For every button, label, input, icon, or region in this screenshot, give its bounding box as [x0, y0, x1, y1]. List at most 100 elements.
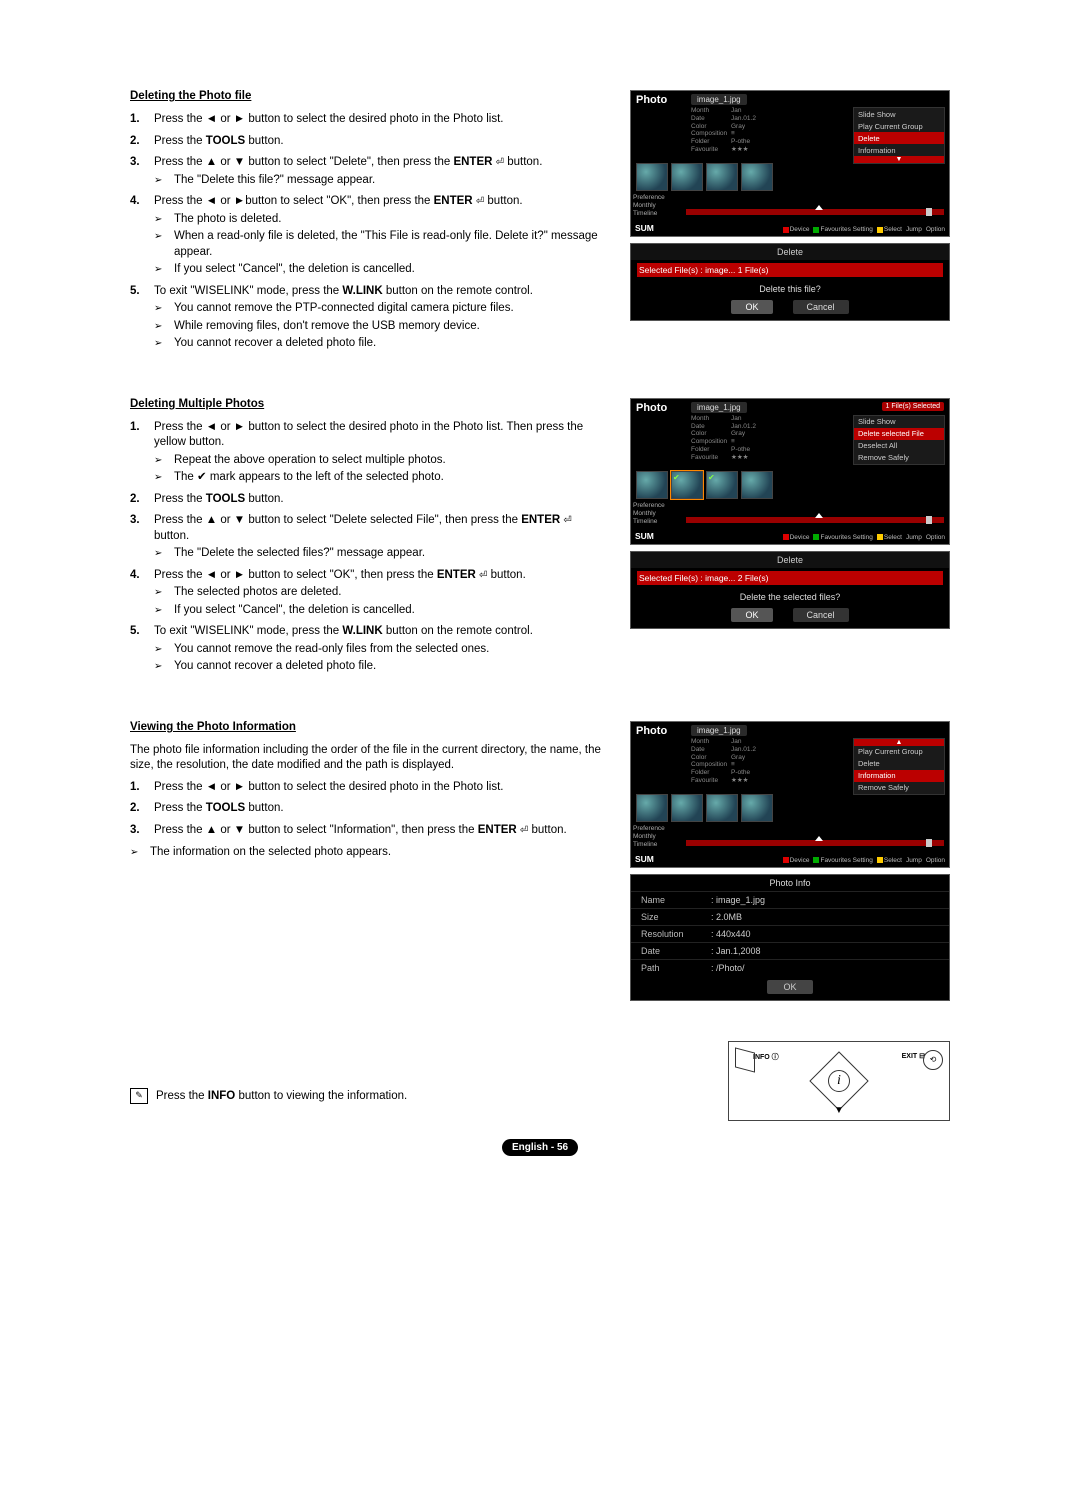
txt: Press the: [154, 113, 206, 125]
thumbnail[interactable]: [706, 163, 738, 191]
txt: button to select "OK", then press the: [245, 195, 433, 207]
txt: or: [217, 514, 234, 526]
ok-button[interactable]: OK: [731, 300, 772, 314]
txt: button.: [154, 530, 189, 542]
tv-screenshot-delete: Photo image_1.jpg MonthJan DateJan.01.2 …: [630, 90, 950, 237]
thumbnail[interactable]: [636, 163, 668, 191]
enter-label: ENTER: [521, 514, 560, 526]
txt: button on the remote control.: [383, 285, 533, 297]
thumbnail[interactable]: [671, 163, 703, 191]
enter-label: ENTER: [478, 824, 517, 836]
info-label: Size: [641, 912, 711, 922]
sub-note: The "Delete the selected files?" message…: [154, 546, 610, 562]
sub-note: The information on the selected photo ap…: [130, 845, 610, 861]
thumbnail[interactable]: ✔: [706, 471, 738, 499]
dialog-message: Delete this file?: [631, 280, 949, 300]
sort-item[interactable]: Timeline: [633, 210, 665, 217]
up-arrow-icon: [206, 156, 217, 168]
down-arrow-icon: [234, 514, 245, 526]
sort-item[interactable]: Monthly: [633, 202, 665, 209]
sort-item[interactable]: Monthly: [633, 833, 665, 840]
thumbnail[interactable]: [741, 471, 773, 499]
tv-filename: image_1.jpg: [691, 94, 747, 105]
cancel-button[interactable]: Cancel: [793, 300, 849, 314]
thumbnail[interactable]: [636, 794, 668, 822]
ok-button[interactable]: OK: [767, 980, 812, 994]
tv-title: Photo: [636, 725, 691, 737]
scrollbar[interactable]: [686, 517, 944, 523]
dialog-message: Delete the selected files?: [631, 588, 949, 608]
txt: button.: [484, 195, 522, 207]
menu-item-delete[interactable]: Delete: [854, 132, 944, 144]
remote-exit-label: EXIT ⊟: [902, 1052, 925, 1060]
thumbnail[interactable]: [741, 163, 773, 191]
remote-exit-button[interactable]: ⟲: [923, 1050, 943, 1070]
tv-filename: image_1.jpg: [691, 402, 747, 413]
context-menu: ▲ Play Current Group Delete Information …: [853, 738, 945, 795]
info-label: Resolution: [641, 929, 711, 939]
info-label: Path: [641, 963, 711, 973]
menu-item[interactable]: Slide Show: [854, 108, 944, 120]
context-menu: Slide Show Play Current Group Delete Inf…: [853, 107, 945, 164]
txt: or: [217, 824, 234, 836]
dialog-title: Delete: [631, 244, 949, 260]
remote-center-button[interactable]: i: [828, 1070, 850, 1092]
thumbnail[interactable]: [636, 471, 668, 499]
menu-item-delete-selected[interactable]: Delete selected File: [854, 428, 944, 440]
menu-item[interactable]: Delete: [854, 758, 944, 770]
txt: Press the: [154, 493, 206, 505]
txt: or: [217, 781, 234, 793]
ok-button[interactable]: OK: [731, 608, 772, 622]
menu-item[interactable]: Play Current Group: [854, 746, 944, 758]
menu-scroll-down[interactable]: ▼: [854, 156, 944, 163]
txt: To exit "WISELINK" mode, press the: [154, 625, 342, 637]
delete-multi-dialog: Delete Selected File(s) : image... 2 Fil…: [630, 551, 950, 629]
menu-item[interactable]: Remove Safely: [854, 452, 944, 464]
scrollbar[interactable]: [686, 840, 944, 846]
check-icon: ✔: [673, 473, 680, 482]
sort-item[interactable]: Preference: [633, 502, 665, 509]
thumbnail[interactable]: [741, 794, 773, 822]
dialog-selection: Selected File(s) : image... 2 File(s): [637, 571, 943, 585]
menu-item[interactable]: Remove Safely: [854, 782, 944, 794]
txt: or: [217, 195, 234, 207]
info-value: : Jan.1,2008: [711, 946, 761, 956]
enter-icon: [496, 156, 504, 168]
legend: Device Favourites Setting Select Jump Op…: [783, 534, 945, 541]
scrollbar[interactable]: [686, 209, 944, 215]
menu-item[interactable]: Information: [854, 144, 944, 156]
sub-note: While removing files, don't remove the U…: [154, 319, 610, 335]
remote-info-button[interactable]: [735, 1047, 755, 1072]
enter-icon: [476, 195, 484, 207]
sort-item[interactable]: Timeline: [633, 518, 665, 525]
left-arrow-icon: [206, 421, 217, 433]
sort-item[interactable]: Monthly: [633, 510, 665, 517]
thumbnail[interactable]: [706, 794, 738, 822]
menu-item-information[interactable]: Information: [854, 770, 944, 782]
menu-item[interactable]: Play Current Group: [854, 120, 944, 132]
section3-steps: Press the or button to select the desire…: [130, 780, 610, 839]
info-label: Date: [641, 946, 711, 956]
txt: Press the: [154, 156, 206, 168]
file-selected-badge: 1 File(s) Selected: [882, 402, 944, 411]
cancel-button[interactable]: Cancel: [793, 608, 849, 622]
check-icon: [197, 471, 207, 483]
right-arrow-icon: [234, 781, 245, 793]
sort-item[interactable]: Preference: [633, 194, 665, 201]
enter-icon: [563, 514, 571, 526]
thumbnail[interactable]: [671, 794, 703, 822]
menu-scroll-up[interactable]: ▲: [854, 739, 944, 746]
right-arrow-icon: [234, 569, 245, 581]
tv-screenshot-multidelete: Photo image_1.jpg 1 File(s) Selected Mon…: [630, 398, 950, 545]
txt: To exit "WISELINK" mode, press the: [154, 285, 342, 297]
menu-item[interactable]: Slide Show: [854, 416, 944, 428]
thumbnail[interactable]: ✔: [671, 471, 703, 499]
sort-item[interactable]: Preference: [633, 825, 665, 832]
note-icon: ✎: [130, 1088, 148, 1104]
menu-item[interactable]: Deselect All: [854, 440, 944, 452]
sort-sidebar: Preference Monthly Timeline: [633, 193, 665, 218]
info-value: : 2.0MB: [711, 912, 742, 922]
down-arrow-icon: [234, 824, 245, 836]
sort-item[interactable]: Timeline: [633, 841, 665, 848]
info-label: Name: [641, 895, 711, 905]
